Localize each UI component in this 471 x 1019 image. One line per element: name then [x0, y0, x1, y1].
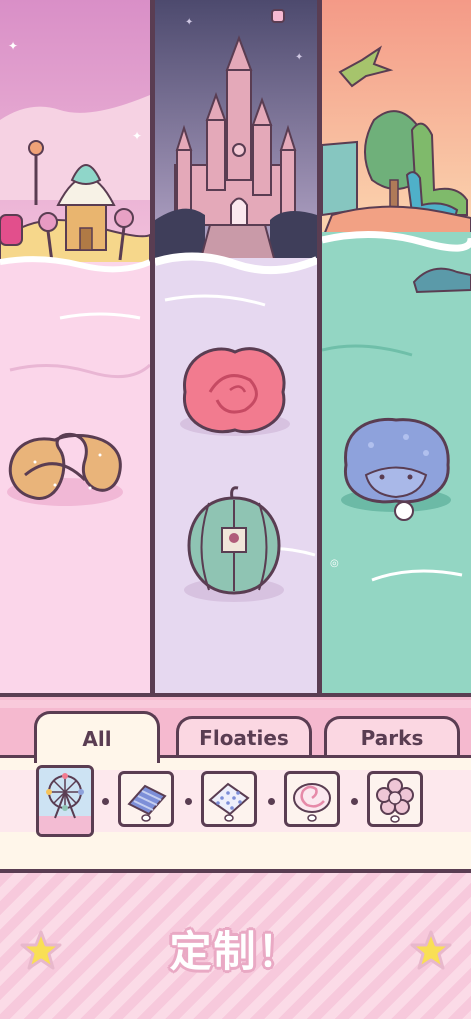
- candy-land-scene: ✦ ✦: [0, 0, 150, 693]
- tray-separator-dot: [102, 798, 109, 805]
- candy-land-panel[interactable]: ✦ ✦: [0, 0, 150, 693]
- flower-float-icon: [376, 778, 414, 823]
- svg-text:✦: ✦: [295, 52, 303, 63]
- customize-label: 定制！: [169, 927, 302, 976]
- svg-text:✦: ✦: [8, 39, 18, 53]
- blue-striped-float-item[interactable]: [118, 771, 174, 827]
- swirl-candy-float-item[interactable]: [284, 771, 340, 827]
- ferris-wheel-park-item[interactable]: [36, 765, 94, 837]
- tab-all-label: All: [82, 726, 112, 751]
- tab-floaties-label: Floaties: [199, 725, 289, 750]
- dinosaur-panel[interactable]: ◎: [322, 0, 471, 693]
- right-star-icon[interactable]: [408, 928, 454, 974]
- dotted-float-item[interactable]: [201, 771, 257, 827]
- rose-floatie: [180, 347, 290, 436]
- swirl-candy-icon: [293, 783, 331, 822]
- svg-text:◎: ◎: [330, 558, 339, 569]
- dinosaur-scene: ◎: [322, 0, 471, 693]
- customize-button[interactable]: 定制！: [0, 918, 471, 982]
- tab-all[interactable]: All: [34, 711, 160, 763]
- svg-text:✦: ✦: [185, 17, 193, 28]
- tab-parks[interactable]: Parks: [324, 716, 460, 756]
- castle-panel[interactable]: ✦ ✦: [155, 0, 317, 693]
- tray-separator-dot: [351, 798, 358, 805]
- game-scene: ✦ ✦ ✦ ✦ ◎: [0, 0, 471, 693]
- blue-striped-float-icon: [127, 784, 167, 822]
- triceratops-floatie: [341, 417, 451, 521]
- flower-float-item[interactable]: [367, 771, 423, 827]
- tab-parks-label: Parks: [360, 725, 424, 750]
- castle-scene: ✦ ✦: [155, 0, 317, 693]
- tab-bar-stripe: [0, 700, 471, 708]
- dotted-float-icon: [208, 782, 250, 822]
- tray-separator-dot: [268, 798, 275, 805]
- ferris-wheel-icon: [39, 768, 91, 834]
- tab-floaties[interactable]: Floaties: [176, 716, 312, 756]
- svg-text:✦: ✦: [132, 129, 142, 143]
- tray-separator-dot: [185, 798, 192, 805]
